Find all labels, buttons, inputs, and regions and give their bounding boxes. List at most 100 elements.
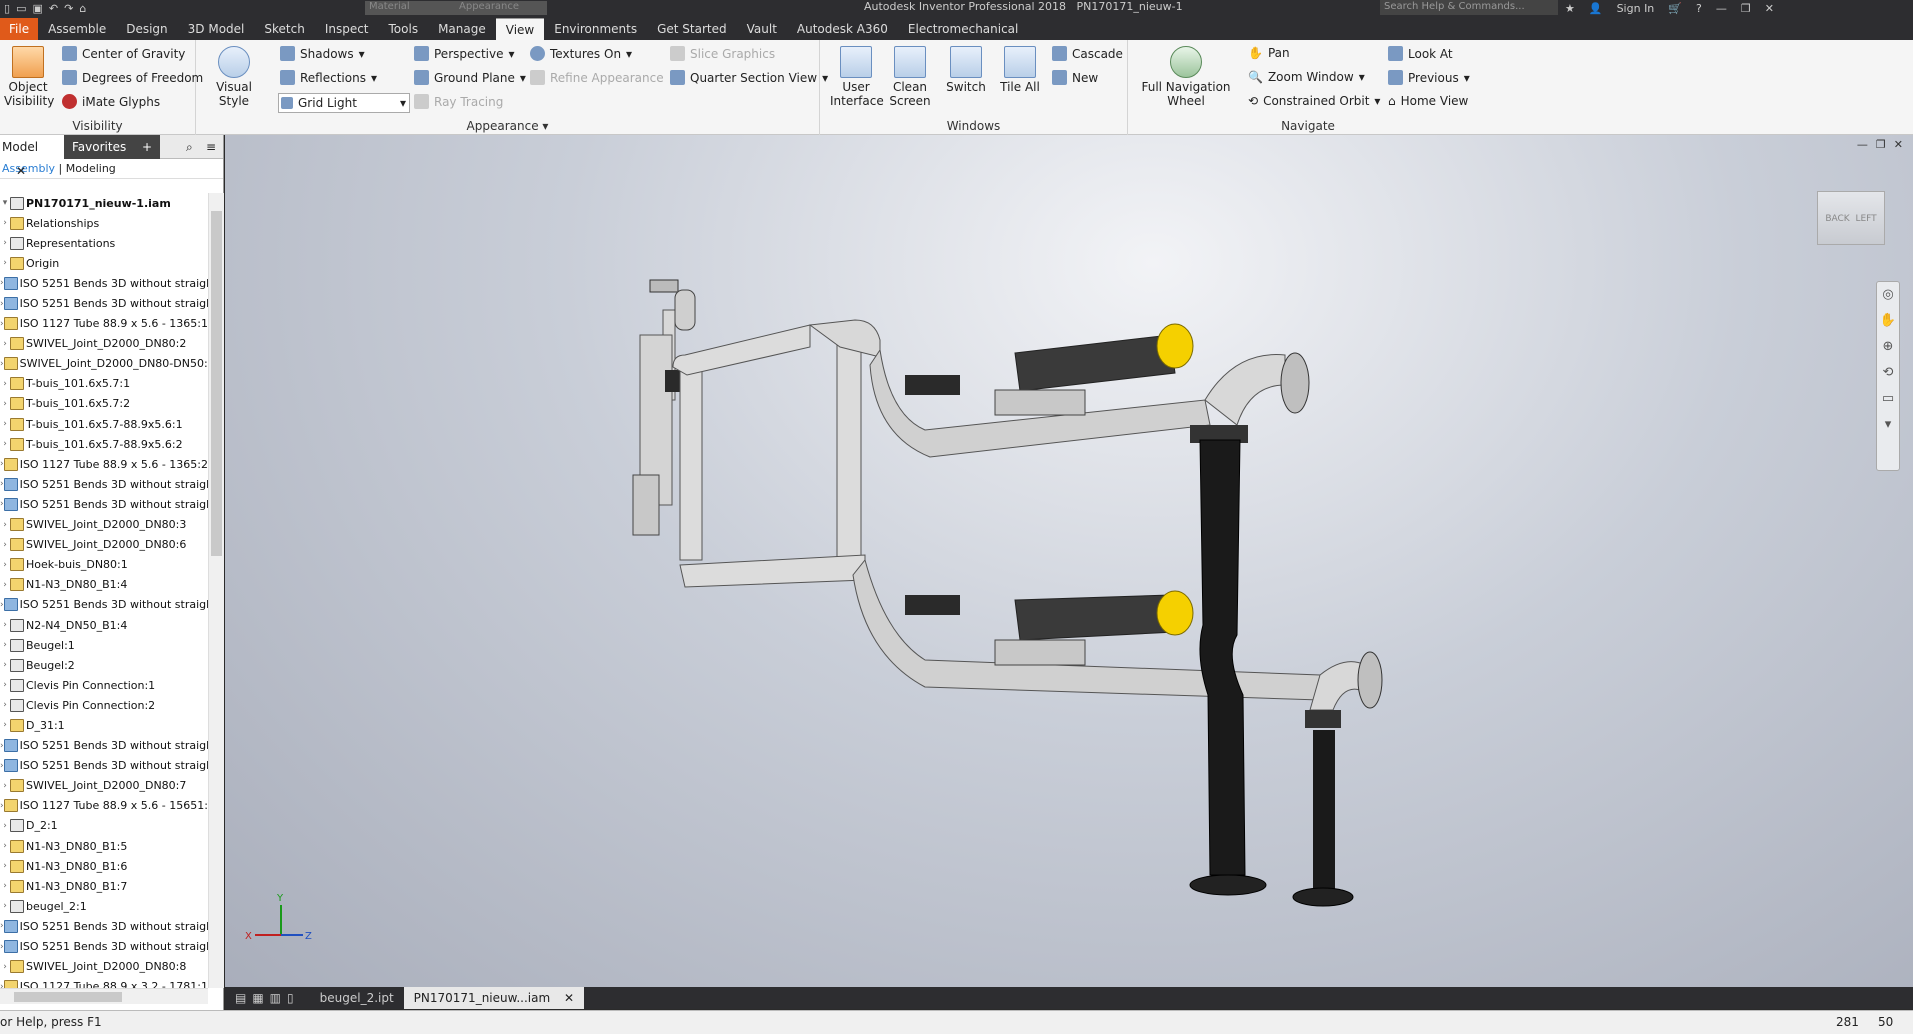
expand-icon[interactable]: › [0,680,10,690]
tree-item[interactable]: › Origin [0,253,208,273]
expand-icon[interactable]: › [0,640,10,650]
menu-icon[interactable]: ≡ [206,135,216,159]
expand-icon[interactable]: › [0,379,10,389]
full-navigation-wheel-button[interactable]: Full Navigation Wheel [1138,46,1234,108]
tree-item[interactable]: › Clevis Pin Connection:1 [0,675,208,695]
tab-get-started[interactable]: Get Started [647,18,737,40]
tree-item[interactable]: › Beugel:2 [0,655,208,675]
expand-icon[interactable]: › [0,439,10,449]
scroll-thumb[interactable] [14,992,122,1002]
star-icon[interactable]: ★ [1565,2,1575,15]
expand-icon[interactable]: › [0,339,10,349]
doc-tab-assembly[interactable]: PN170171_nieuw...iam ✕ [403,987,585,1009]
tree-item[interactable]: › SWIVEL_Joint_D2000_DN80:6 [0,535,208,555]
tab-3d-model[interactable]: 3D Model [178,18,255,40]
doc-tab-beugel[interactable]: beugel_2.ipt [310,987,404,1009]
user-icon[interactable]: 👤 [1589,2,1603,15]
tree-item[interactable]: › Beugel:1 [0,635,208,655]
tab-autodesk-a360[interactable]: Autodesk A360 [787,18,898,40]
tree-item[interactable]: › ISO 1127 Tube 88.9 x 3.2 - 1781:1 [0,977,208,988]
close-icon[interactable]: ✕ [16,164,26,178]
tab-design[interactable]: Design [116,18,177,40]
help-icon[interactable]: ? [1696,2,1702,15]
search-icon[interactable]: ⌕ [186,135,193,159]
look-at-button[interactable]: Look At [1388,46,1453,61]
reflections-button[interactable]: Reflections ▾ [280,70,377,85]
tree-item[interactable]: › beugel_2:1 [0,896,208,916]
expand-icon[interactable]: › [0,821,10,831]
tree-item[interactable]: › SWIVEL_Joint_D2000_DN80:3 [0,515,208,535]
tile-all-button[interactable]: Tile All [996,46,1044,94]
tree-item[interactable]: › N1-N3_DN80_B1:6 [0,856,208,876]
previous-view-button[interactable]: Previous ▾ [1388,70,1470,85]
tree-item[interactable]: › Hoek-buis_DN80:1 [0,555,208,575]
tree-item[interactable]: › ISO 5251 Bends 3D without straight [0,736,208,756]
expand-icon[interactable]: › [0,962,10,972]
expand-icon[interactable]: › [0,901,10,911]
restore-icon[interactable]: ❐ [1741,2,1751,15]
tree-item[interactable]: › ISO 5251 Bends 3D without straight [0,916,208,936]
tab-inspect[interactable]: Inspect [315,18,379,40]
degrees-of-freedom-button[interactable]: Degrees of Freedom [62,70,203,85]
expand-icon[interactable]: › [0,781,10,791]
expand-icon[interactable]: › [0,218,10,228]
tree-item[interactable]: › N1-N3_DN80_B1:7 [0,876,208,896]
expand-icon[interactable]: › [0,520,10,530]
tree-item[interactable]: › SWIVEL_Joint_D2000_DN80:7 [0,776,208,796]
close-icon[interactable]: ✕ [564,991,574,1005]
expand-icon[interactable]: › [0,861,10,871]
tree-item[interactable]: › ISO 5251 Bends 3D without straight [0,494,208,514]
textures-button[interactable]: Textures On ▾ [530,46,632,61]
shadows-button[interactable]: Shadows ▾ [280,46,365,61]
sign-in-button[interactable]: Sign In [1617,2,1655,15]
tree-item[interactable]: › ISO 1127 Tube 88.9 x 5.6 - 1365:1 [0,314,208,334]
graphics-viewport[interactable]: — ❐ ✕ BACK LEFT ◎ ✋ ⊕ ⟲ ▭ ▾ Y X Z [225,135,1913,987]
visual-style-button[interactable]: Visual Style [204,46,264,108]
tab-file[interactable]: File [0,18,39,40]
imate-glyphs-button[interactable]: iMate Glyphs [62,94,160,109]
search-input[interactable]: Search Help & Commands... [1380,0,1558,15]
tab-manage[interactable]: Manage [428,18,496,40]
expand-icon[interactable]: › [0,560,10,570]
expand-icon[interactable]: › [0,841,10,851]
tree-horizontal-scrollbar[interactable] [0,988,208,1004]
tab-vault[interactable]: Vault [737,18,787,40]
expand-icon[interactable]: › [0,620,10,630]
material-dropdown[interactable]: Material [365,1,457,15]
slice-graphics-button[interactable]: Slice Graphics [670,46,775,61]
open-icon[interactable]: ▭ [16,2,26,15]
zoom-window-button[interactable]: 🔍 Zoom Window ▾ [1248,70,1365,84]
perspective-button[interactable]: Perspective ▾ [414,46,515,61]
window-layout-icons[interactable]: ▤▦▥▯ [225,987,310,1009]
undo-icon[interactable]: ↶ [49,2,58,15]
assembly-model[interactable]: Y X Z [225,135,1913,987]
tree-item[interactable]: › Representations [0,233,208,253]
expand-icon[interactable]: › [0,238,10,248]
tree-item[interactable]: › ISO 1127 Tube 88.9 x 5.6 - 15651:1 [0,796,208,816]
save-icon[interactable]: ▣ [32,2,42,15]
user-interface-button[interactable]: User Interface [830,46,884,108]
redo-icon[interactable]: ↷ [64,2,73,15]
home-icon[interactable]: ⌂ [79,2,86,15]
lighting-select[interactable]: Grid Light ▾ [278,93,410,113]
expand-icon[interactable]: › [0,580,10,590]
ray-tracing-button[interactable]: Ray Tracing [414,94,503,109]
expand-icon[interactable]: › [0,419,10,429]
tree-item[interactable]: › ISO 5251 Bends 3D without straight [0,273,208,293]
switch-button[interactable]: Switch [942,46,990,94]
ground-plane-button[interactable]: Ground Plane ▾ [414,70,526,85]
tree-item[interactable]: › SWIVEL_Joint_D2000_DN80-DN50:1 [0,354,208,374]
cascade-button[interactable]: Cascade [1052,46,1123,61]
tab-model[interactable]: Model ✕ [0,135,64,178]
appearance-dropdown[interactable]: Appearance [455,1,547,15]
scroll-thumb[interactable] [211,211,222,556]
tree-item[interactable]: › N1-N3_DN80_B1:4 [0,575,208,595]
new-icon[interactable]: ▯ [4,2,10,15]
center-of-gravity-button[interactable]: Center of Gravity [62,46,185,61]
tree-item[interactable]: › Relationships [0,213,208,233]
tree-item[interactable]: › SWIVEL_Joint_D2000_DN80:8 [0,957,208,977]
tab-assemble[interactable]: Assemble [38,18,116,40]
tab-sketch[interactable]: Sketch [254,18,314,40]
tree-item[interactable]: › T-buis_101.6x5.7:2 [0,394,208,414]
expand-icon[interactable]: › [0,700,10,710]
